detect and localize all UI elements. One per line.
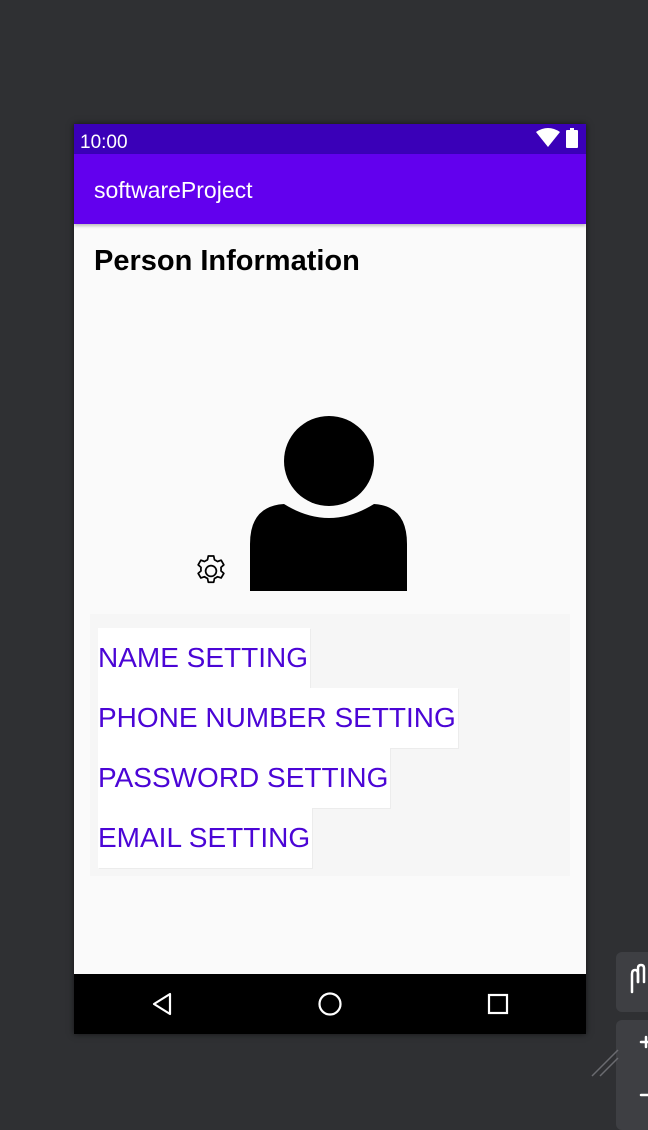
email-setting-button[interactable]: EMAIL SETTING: [98, 808, 313, 868]
page-title: Person Information: [94, 245, 360, 277]
app-bar: softwareProject: [74, 154, 586, 224]
recents-icon[interactable]: [484, 990, 512, 1018]
settings-menu: NAME SETTING PHONE NUMBER SETTING PASSWO…: [90, 614, 570, 876]
navigation-bar: [74, 974, 586, 1034]
wifi-icon: [536, 127, 560, 153]
phone-number-setting-button[interactable]: PHONE NUMBER SETTING: [98, 688, 458, 748]
main-content: Person Information NAME SETTING PHONE NU…: [74, 224, 586, 974]
resize-handle-icon[interactable]: [590, 1040, 620, 1080]
gear-icon[interactable]: [192, 552, 230, 590]
app-title: softwareProject: [94, 177, 253, 203]
battery-icon: [566, 127, 578, 153]
status-time: 10:00: [80, 132, 128, 153]
home-icon[interactable]: [316, 990, 344, 1018]
emulator-zoom-controls[interactable]: [616, 1020, 648, 1130]
status-icons: [536, 127, 578, 153]
emulator-screen: 10:00 softwareProject Person Information: [74, 124, 586, 1034]
back-icon[interactable]: [148, 990, 176, 1018]
status-bar: 10:00: [74, 124, 586, 154]
password-setting-button[interactable]: PASSWORD SETTING: [98, 748, 391, 808]
person-avatar-icon: [250, 414, 410, 591]
name-setting-button[interactable]: NAME SETTING: [98, 628, 311, 688]
emulator-hand-tool[interactable]: [616, 952, 648, 1012]
